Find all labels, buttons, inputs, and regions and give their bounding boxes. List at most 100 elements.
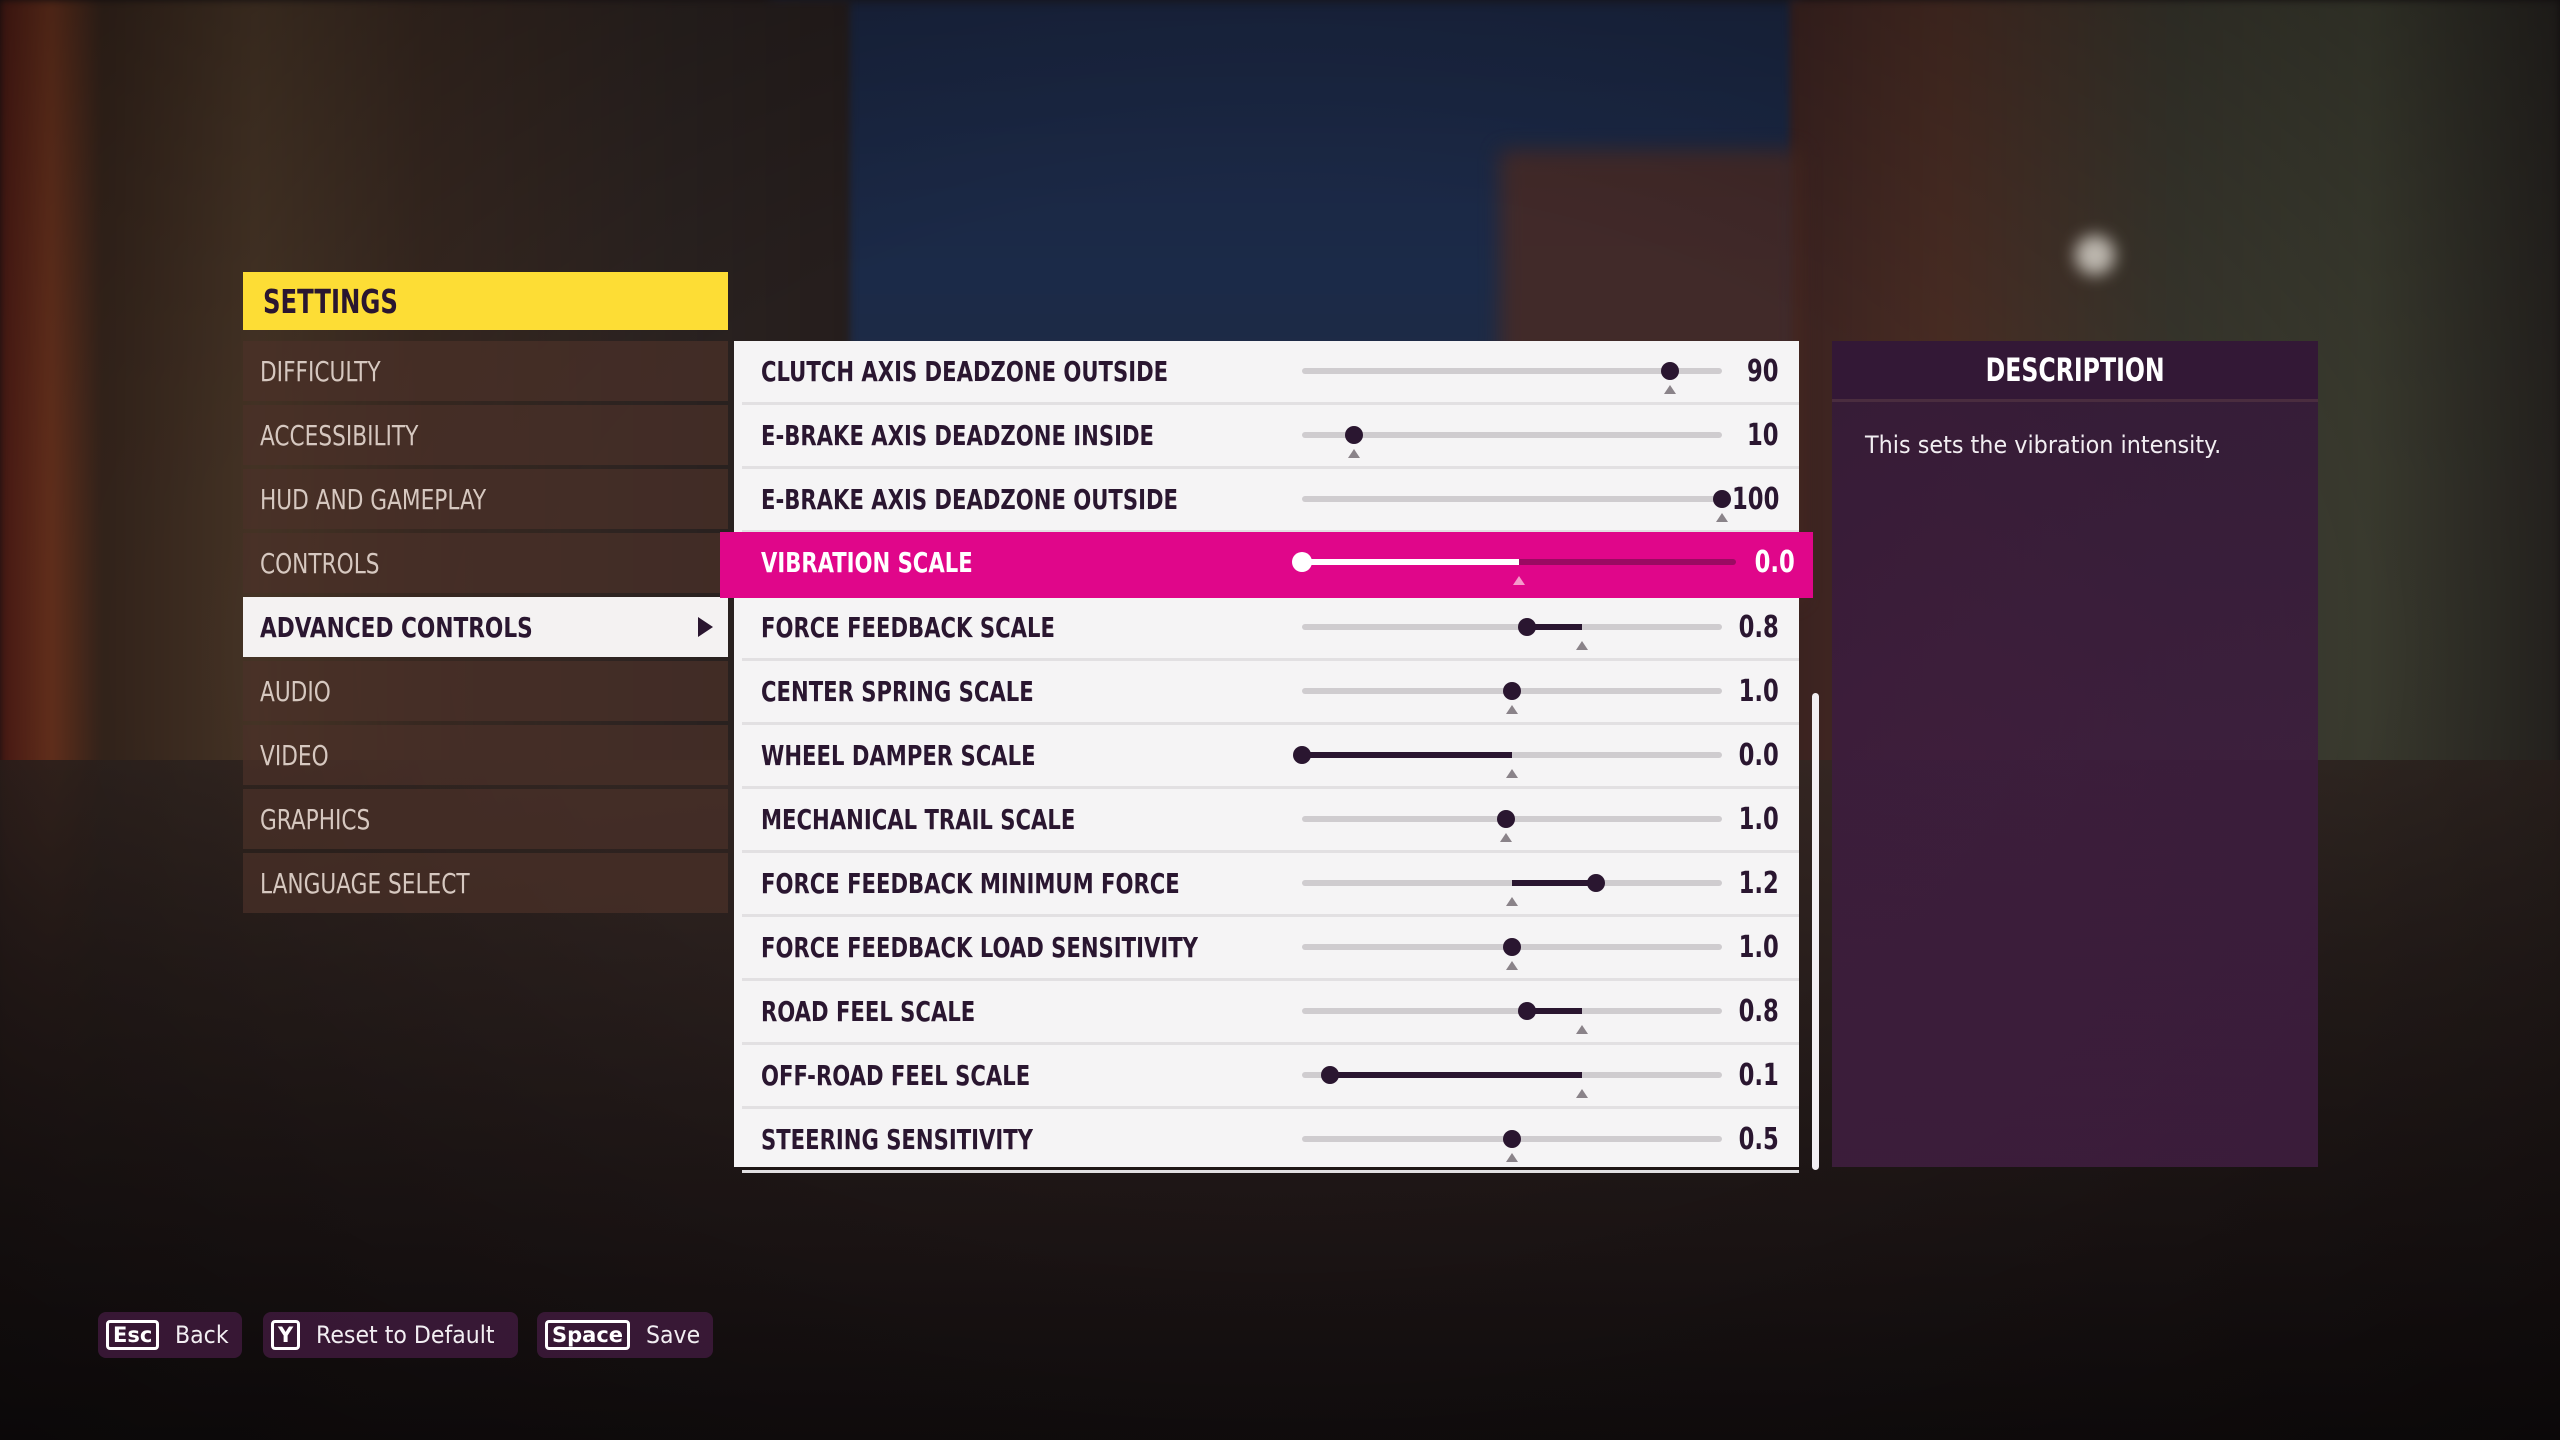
setting-label: WHEEL DAMPER SCALE — [761, 738, 1036, 772]
setting-label: OFF-ROAD FEEL SCALE — [761, 1058, 1031, 1092]
setting-label: MECHANICAL TRAIL SCALE — [761, 802, 1076, 836]
default-marker-icon — [1348, 449, 1361, 458]
setting-row[interactable]: E-BRAKE AXIS DEADZONE OUTSIDE 100 — [734, 469, 1799, 533]
slider-fill — [1512, 880, 1596, 886]
slider-knob[interactable] — [1503, 682, 1521, 700]
sidebar-item-label: HUD AND GAMEPLAY — [260, 482, 487, 516]
setting-value: 10 — [1747, 417, 1779, 453]
back-button-label: Back — [175, 1321, 229, 1349]
setting-label: CENTER SPRING SCALE — [761, 674, 1034, 708]
slider-knob[interactable] — [1503, 1130, 1521, 1148]
sidebar-item-audio[interactable]: AUDIO — [243, 661, 728, 721]
sidebar-item-language-select[interactable]: LANGUAGE SELECT — [243, 853, 728, 913]
setting-row[interactable]: E-BRAKE AXIS DEADZONE INSIDE 10 — [734, 405, 1799, 469]
slider-knob[interactable] — [1518, 1002, 1537, 1020]
slider-knob[interactable] — [1345, 426, 1364, 444]
slider-knob[interactable] — [1713, 490, 1731, 508]
slider-knob[interactable] — [1292, 552, 1312, 572]
slider-knob[interactable] — [1293, 746, 1311, 764]
default-marker-icon — [1506, 961, 1518, 970]
reset-to-default-button[interactable]: Y Reset to Default — [263, 1312, 519, 1358]
description-panel: DESCRIPTION This sets the vibration inte… — [1832, 341, 2318, 1167]
setting-row[interactable]: OFF-ROAD FEEL SCALE 0.1 — [734, 1045, 1799, 1109]
settings-title: SETTINGS — [263, 281, 398, 321]
sidebar-item-accessibility[interactable]: ACCESSIBILITY — [243, 405, 728, 465]
setting-row[interactable]: CLUTCH AXIS DEADZONE OUTSIDE 90 — [734, 341, 1799, 405]
sidebar-item-difficulty[interactable]: DIFFICULTY — [243, 341, 728, 401]
slider-knob[interactable] — [1503, 938, 1521, 956]
setting-row[interactable]: FORCE FEEDBACK LOAD SENSITIVITY 1.0 — [734, 917, 1799, 981]
sidebar-item-label: CONTROLS — [260, 546, 380, 580]
setting-label: STEERING SENSITIVITY — [761, 1122, 1034, 1156]
default-marker-icon — [1506, 1153, 1518, 1162]
setting-value: 1.0 — [1738, 929, 1779, 965]
setting-value: 1.0 — [1738, 673, 1779, 709]
setting-label: FORCE FEEDBACK MINIMUM FORCE — [761, 866, 1180, 900]
setting-value: 0.0 — [1754, 544, 1795, 580]
default-marker-icon — [1506, 705, 1518, 714]
sidebar-item-advanced-controls[interactable]: ADVANCED CONTROLS — [243, 597, 728, 657]
setting-row[interactable]: MECHANICAL TRAIL SCALE 1.0 — [734, 789, 1799, 853]
settings-list-scrollbar[interactable] — [1812, 693, 1819, 1170]
sidebar-item-video[interactable]: VIDEO — [243, 725, 728, 785]
sidebar-item-label: AUDIO — [260, 674, 331, 708]
sidebar-item-label: GRAPHICS — [260, 802, 371, 836]
settings-header: SETTINGS — [243, 272, 728, 330]
setting-row[interactable]: WHEEL DAMPER SCALE 0.0 — [734, 725, 1799, 789]
sidebar-item-controls[interactable]: CONTROLS — [243, 533, 728, 593]
slider-knob[interactable] — [1660, 362, 1679, 380]
default-marker-icon — [1576, 1025, 1589, 1034]
slider-fill — [1302, 559, 1519, 565]
setting-label: CLUTCH AXIS DEADZONE OUTSIDE — [761, 354, 1169, 388]
setting-value: 0.8 — [1738, 993, 1779, 1029]
chevron-right-icon — [698, 617, 713, 637]
setting-value: 0.1 — [1738, 1057, 1779, 1093]
sidebar-item-label: LANGUAGE SELECT — [260, 866, 470, 900]
slider-track[interactable] — [1302, 496, 1722, 502]
slider-knob[interactable] — [1518, 618, 1537, 636]
description-header: DESCRIPTION — [1832, 341, 2318, 402]
setting-row[interactable]: FORCE FEEDBACK SCALE 0.8 — [734, 597, 1799, 661]
sidebar-item-label: ACCESSIBILITY — [260, 418, 419, 452]
slider-knob[interactable] — [1587, 874, 1605, 892]
slider-knob[interactable] — [1321, 1066, 1340, 1084]
setting-value: 100 — [1731, 481, 1779, 517]
slider-track[interactable] — [1302, 368, 1722, 374]
setting-row[interactable]: CENTER SPRING SCALE 1.0 — [734, 661, 1799, 725]
default-marker-icon — [1716, 513, 1728, 522]
setting-row[interactable]: STEERING SENSITIVITY 0.5 — [734, 1109, 1799, 1173]
row-divider — [742, 1170, 1799, 1173]
sidebar-item-label: VIDEO — [260, 738, 329, 772]
default-marker-icon — [1663, 385, 1676, 394]
default-marker-icon — [1576, 1089, 1589, 1098]
sidebar-item-graphics[interactable]: GRAPHICS — [243, 789, 728, 849]
setting-value: 0.8 — [1738, 609, 1779, 645]
setting-label: FORCE FEEDBACK SCALE — [761, 610, 1055, 644]
reset-to-default-label: Reset to Default — [316, 1321, 495, 1349]
slider-knob[interactable] — [1497, 810, 1516, 828]
default-marker-icon — [1506, 897, 1518, 906]
setting-row[interactable]: FORCE FEEDBACK MINIMUM FORCE 1.2 — [734, 853, 1799, 917]
sidebar-item-label: DIFFICULTY — [260, 354, 381, 388]
save-button[interactable]: Space Save — [537, 1312, 713, 1358]
slider-track[interactable] — [1302, 1008, 1722, 1014]
setting-row[interactable]: VIBRATION SCALE 0.0 — [720, 532, 1813, 598]
back-button[interactable]: Esc Back — [98, 1312, 242, 1358]
setting-value: 0.5 — [1738, 1121, 1779, 1157]
slider-fill — [1302, 752, 1512, 758]
slider-track[interactable] — [1302, 432, 1722, 438]
setting-label: E-BRAKE AXIS DEADZONE INSIDE — [761, 418, 1154, 452]
setting-value: 90 — [1747, 353, 1779, 389]
sidebar-item-hud-and-gameplay[interactable]: HUD AND GAMEPLAY — [243, 469, 728, 529]
default-marker-icon — [1513, 576, 1525, 585]
setting-row[interactable]: ROAD FEEL SCALE 0.8 — [734, 981, 1799, 1045]
default-marker-icon — [1506, 769, 1518, 778]
sidebar-item-label: ADVANCED CONTROLS — [260, 610, 533, 644]
setting-value: 0.0 — [1738, 737, 1779, 773]
description-text: This sets the vibration intensity. — [1865, 431, 2222, 459]
default-marker-icon — [1576, 641, 1589, 650]
esc-key-icon: Esc — [106, 1320, 160, 1350]
space-key-icon: Space — [545, 1320, 631, 1350]
slider-track[interactable] — [1302, 624, 1722, 630]
setting-value: 1.0 — [1738, 801, 1779, 837]
